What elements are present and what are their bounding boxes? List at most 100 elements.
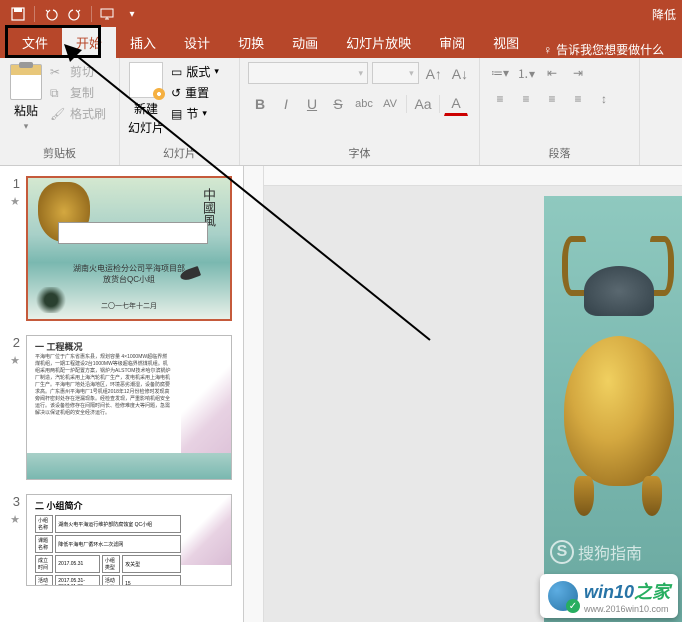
sogou-text: 搜狗指南 (578, 540, 642, 564)
tell-me-label: 告诉我您想要做什么 (556, 41, 664, 58)
font-family-combo[interactable]: ▾ (248, 62, 368, 84)
slide3-heading: 二 小组简介 (35, 499, 83, 512)
copy-button[interactable]: ⧉ 复制 (48, 83, 108, 102)
watermark-win10: ✓ win10之家 www.2016win10.com (540, 574, 678, 618)
thumbnail-item: 1 ★ 中國風 湖南火电运检分公司平海项目部放货台QC小组 二〇一七年十二月 (4, 176, 239, 321)
justify-button[interactable]: ≡ (566, 88, 590, 110)
thumbnail-item: 3 ★ 二 小组简介 小组名称湖南火电平海运行维护部防腐蚀室 QC小组 课题名称… (4, 494, 239, 586)
sogou-logo-icon: S (550, 540, 574, 564)
slide2-heading: 一 工程概况 (35, 340, 83, 353)
increase-indent-button[interactable]: ⇥ (566, 62, 590, 84)
watermark-sogou: S 搜狗指南 (550, 540, 642, 564)
underline-button[interactable]: U (300, 92, 324, 116)
animation-star-icon[interactable]: ★ (10, 195, 20, 208)
paste-label: 粘贴 (14, 102, 38, 119)
chevron-down-icon: ▾ (24, 121, 29, 132)
brush-icon: 🖌 (50, 107, 66, 121)
tab-transitions[interactable]: 切换 (224, 27, 278, 58)
tell-me-search[interactable]: ♀ 告诉我您想要做什么 (543, 41, 664, 58)
thumbnail-panel[interactable]: 1 ★ 中國風 湖南火电运检分公司平海项目部放货台QC小组 二〇一七年十二月 2… (0, 166, 244, 622)
main-slide-incense-image (554, 206, 682, 486)
italic-button[interactable]: I (274, 92, 298, 116)
thumbnail-slide-3[interactable]: 二 小组简介 小组名称湖南火电平海运行维护部防腐蚀室 QC小组 课题名称降低平海… (26, 494, 232, 586)
group-slides-label: 幻灯片 (128, 143, 231, 161)
paste-icon (10, 64, 42, 100)
new-slide-button[interactable]: 新建 幻灯片 (128, 62, 164, 136)
redo-icon[interactable] (63, 2, 87, 26)
undo-icon[interactable] (39, 2, 63, 26)
ribbon: 粘贴 ▾ ✂ 剪切 ⧉ 复制 🖌 格式刷 剪贴板 (0, 58, 682, 166)
shrink-font-button[interactable]: A↓ (449, 62, 471, 86)
qat-more-icon[interactable]: ▾ (120, 2, 144, 26)
format-painter-button[interactable]: 🖌 格式刷 (48, 104, 108, 123)
bold-button[interactable]: B (248, 92, 272, 116)
group-slides: 新建 幻灯片 ▭ 版式▾ ↺ 重置 ▤ 节▾ 幻灯片 (120, 58, 240, 165)
tab-file[interactable]: 文件 (8, 27, 62, 58)
animation-star-icon[interactable]: ★ (10, 513, 20, 526)
section-button[interactable]: ▤ 节▾ (170, 104, 220, 123)
slide1-textbox (58, 222, 208, 244)
win10-brand: win10之家 (584, 578, 670, 604)
thumbnail-slide-1[interactable]: 中國風 湖南火电运检分公司平海项目部放货台QC小组 二〇一七年十二月 (26, 176, 232, 321)
bullets-button[interactable]: ≔▾ (488, 62, 512, 84)
title-text: 降低 (652, 6, 676, 23)
ribbon-tabs: 文件 开始 插入 设计 切换 动画 幻灯片放映 审阅 视图 ♀ 告诉我您想要做什… (0, 28, 682, 58)
section-label: 节 (186, 105, 198, 122)
vertical-ruler (244, 166, 264, 622)
thumb-number: 2 (4, 335, 20, 350)
slide1-date: 二〇一七年十二月 (28, 301, 230, 311)
tab-animations[interactable]: 动画 (278, 27, 332, 58)
font-size-combo[interactable]: ▾ (372, 62, 419, 84)
new-slide-icon (129, 62, 163, 98)
slideshow-start-icon[interactable] (96, 2, 120, 26)
layout-label: 版式 (186, 63, 210, 80)
tab-design[interactable]: 设计 (170, 27, 224, 58)
bulb-icon: ♀ (543, 43, 552, 57)
save-icon[interactable] (6, 2, 30, 26)
font-color-button[interactable]: A (444, 92, 468, 116)
win10-url: www.2016win10.com (584, 604, 670, 614)
globe-icon: ✓ (548, 581, 578, 611)
grow-font-button[interactable]: A↑ (423, 62, 445, 86)
strikethrough-button[interactable]: S (326, 92, 350, 116)
slide2-footer-image (27, 453, 231, 479)
char-spacing-button[interactable]: AV (378, 92, 402, 116)
tab-slideshow[interactable]: 幻灯片放映 (332, 27, 425, 58)
copy-label: 复制 (70, 84, 94, 101)
slide3-decoration (181, 495, 231, 565)
format-painter-label: 格式刷 (70, 105, 106, 122)
decrease-indent-button[interactable]: ⇤ (540, 62, 564, 84)
layout-icon: ▭ (171, 65, 182, 79)
thumbnail-item: 2 ★ 一 工程概况 平海电厂位于广东省惠东县，规划容量 4×1000MW超临界… (4, 335, 239, 480)
thumbnail-slide-2[interactable]: 一 工程概况 平海电厂位于广东省惠东县，规划容量 4×1000MW超临界燃煤机组… (26, 335, 232, 480)
cut-label: 剪切 (70, 63, 94, 80)
reset-button[interactable]: ↺ 重置 (170, 83, 220, 102)
title-bar: ▾ 降低 (0, 0, 682, 28)
horizontal-ruler (264, 166, 682, 186)
scissors-icon: ✂ (50, 65, 66, 79)
line-spacing-button[interactable]: ↕ (592, 88, 616, 110)
group-font: ▾ ▾ A↑ A↓ B I U S abc AV Aa A 字体 (240, 58, 480, 165)
group-font-label: 字体 (248, 143, 471, 161)
slide1-subtitle: 湖南火电运检分公司平海项目部放货台QC小组 (28, 263, 230, 285)
tab-home[interactable]: 开始 (62, 27, 116, 58)
change-case-button[interactable]: Aa (411, 92, 435, 116)
text-shadow-button[interactable]: abc (352, 92, 376, 116)
cut-button[interactable]: ✂ 剪切 (48, 62, 108, 81)
align-right-button[interactable]: ≡ (540, 88, 564, 110)
section-icon: ▤ (171, 107, 182, 121)
reset-label: 重置 (185, 84, 209, 101)
paste-button[interactable]: 粘贴 ▾ (8, 62, 44, 134)
layout-button[interactable]: ▭ 版式▾ (170, 62, 220, 81)
numbering-button[interactable]: ⒈▾ (514, 62, 538, 84)
new-slide-label2: 幻灯片 (128, 119, 164, 136)
tab-insert[interactable]: 插入 (116, 27, 170, 58)
tab-review[interactable]: 审阅 (425, 27, 479, 58)
animation-star-icon[interactable]: ★ (10, 354, 20, 367)
group-clipboard-label: 剪贴板 (8, 143, 111, 161)
align-center-button[interactable]: ≡ (514, 88, 538, 110)
tab-view[interactable]: 视图 (479, 27, 533, 58)
align-left-button[interactable]: ≡ (488, 88, 512, 110)
slide2-body: 平海电厂位于广东省惠东县，规划容量 4×1000MW超临界燃煤机组，一期工程建设… (35, 354, 171, 417)
reset-icon: ↺ (171, 86, 181, 100)
